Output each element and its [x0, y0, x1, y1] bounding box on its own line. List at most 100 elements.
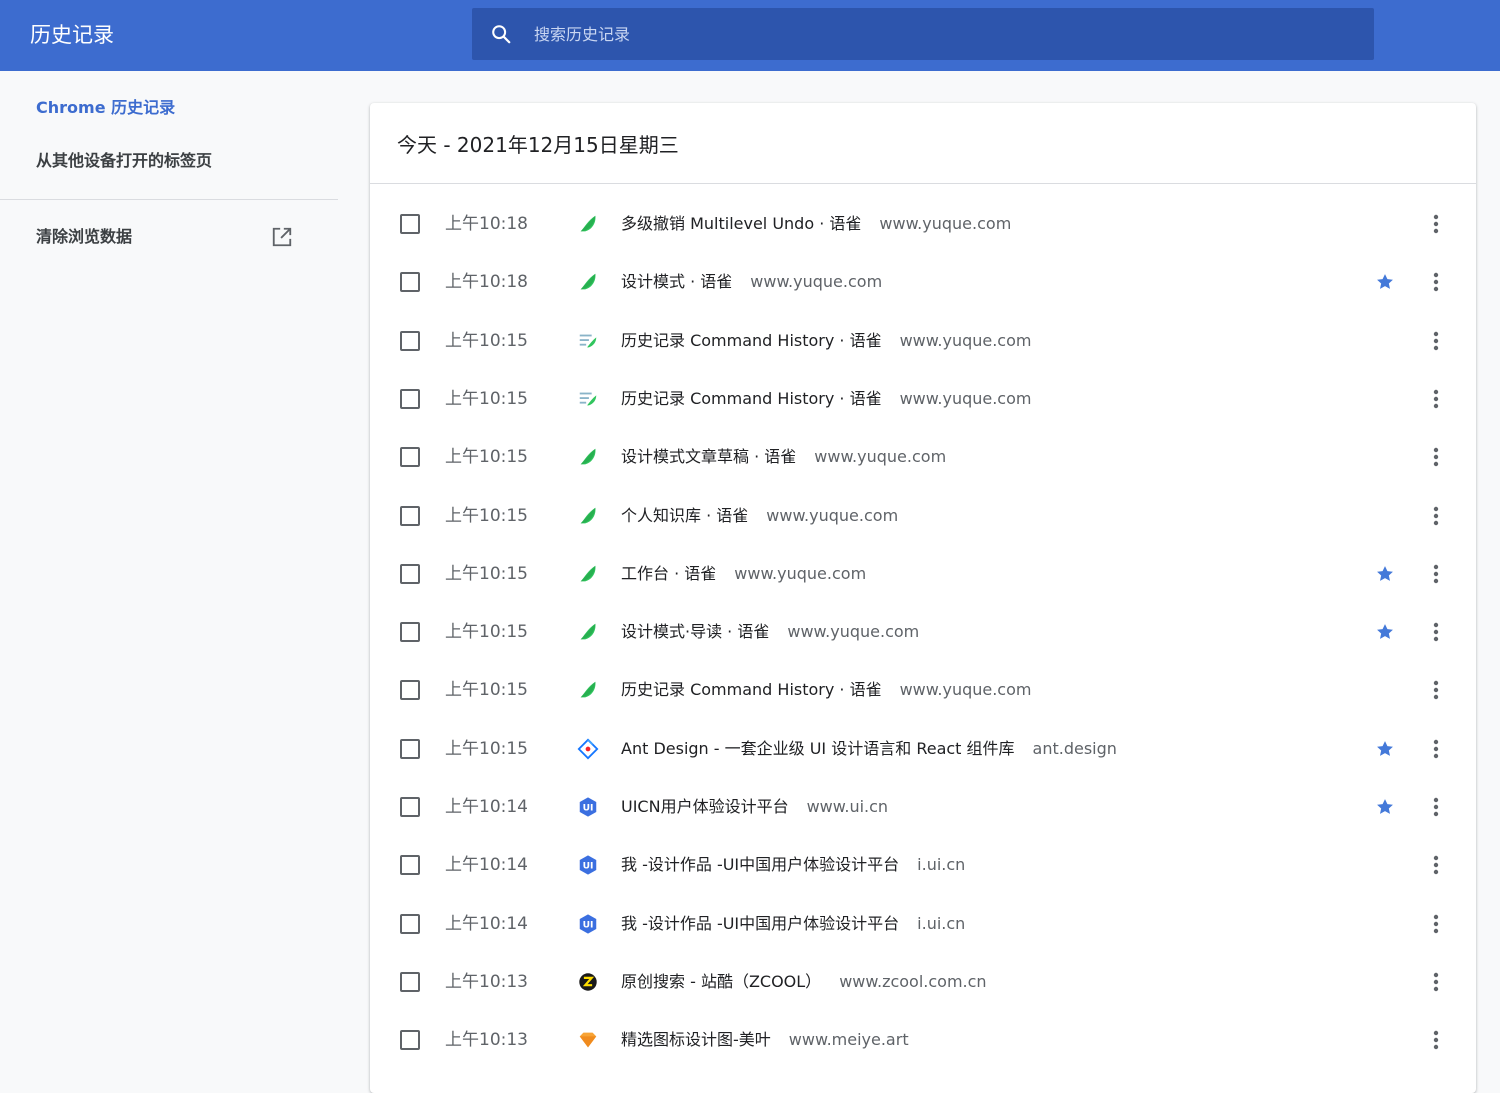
bookmark-star-icon[interactable]: [1375, 739, 1395, 759]
history-row[interactable]: 上午10:15 设计模式文章草稿 · 语雀 www.yuque.com: [370, 428, 1476, 486]
entry-domain: i.ui.cn: [917, 855, 966, 875]
more-actions-icon[interactable]: [1426, 795, 1446, 819]
entry-link[interactable]: 设计模式 · 语雀 www.yuque.com: [621, 271, 882, 293]
more-actions-icon[interactable]: [1426, 212, 1446, 236]
entry-link[interactable]: 历史记录 Command History · 语雀 www.yuque.com: [621, 388, 1031, 410]
row-checkbox[interactable]: [400, 1030, 420, 1051]
yuque-icon: [577, 621, 599, 643]
entry-link[interactable]: 我 -设计作品 -UI中国用户体验设计平台 i.ui.cn: [621, 854, 965, 876]
row-checkbox[interactable]: [400, 563, 420, 584]
entry-title[interactable]: 设计模式·导读 · 语雀: [621, 622, 769, 641]
history-row[interactable]: 上午10:18 多级撤销 Multilevel Undo · 语雀 www.yuqu…: [370, 195, 1476, 253]
entry-title[interactable]: 我 -设计作品 -UI中国用户体验设计平台: [621, 914, 899, 933]
entry-title[interactable]: UICN用户体验设计平台: [621, 797, 789, 816]
search-input[interactable]: [534, 14, 1374, 54]
antd-icon: [577, 738, 599, 760]
uicn-icon: UI: [577, 854, 599, 876]
row-checkbox[interactable]: [400, 330, 420, 351]
entry-link[interactable]: 原创搜索 - 站酷（ZCOOL） www.zcool.com.cn: [621, 971, 987, 993]
more-actions-icon[interactable]: [1426, 1028, 1446, 1052]
visit-time: 上午10:15: [445, 622, 528, 643]
entry-title[interactable]: 历史记录 Command History · 语雀: [621, 331, 882, 350]
row-checkbox[interactable]: [400, 214, 420, 234]
history-row[interactable]: 上午10:14 UI 我 -设计作品 -UI中国用户体验设计平台 i.ui.cn: [370, 836, 1476, 894]
more-actions-icon[interactable]: [1426, 445, 1446, 469]
entry-link[interactable]: 精选图标设计图-美叶 www.meiye.art: [621, 1029, 909, 1051]
bookmark-star-icon[interactable]: [1375, 564, 1395, 584]
row-checkbox[interactable]: [400, 388, 420, 409]
row-checkbox[interactable]: [400, 971, 420, 992]
search-icon[interactable]: [490, 23, 512, 45]
entry-link[interactable]: 工作台 · 语雀 www.yuque.com: [621, 563, 866, 585]
more-actions-icon[interactable]: [1426, 853, 1446, 877]
row-checkbox[interactable]: [400, 855, 420, 876]
row-checkbox[interactable]: [400, 738, 420, 759]
entry-title[interactable]: 历史记录 Command History · 语雀: [621, 389, 882, 408]
entry-title[interactable]: 历史记录 Command History · 语雀: [621, 680, 882, 699]
svg-text:UI: UI: [583, 919, 594, 930]
more-actions-icon[interactable]: [1426, 678, 1446, 702]
entry-domain: www.ui.cn: [806, 797, 889, 816]
history-row[interactable]: 上午10:15 历史记录 Command History · 语雀 www.yuqu…: [370, 661, 1476, 719]
more-actions-icon[interactable]: [1426, 504, 1446, 528]
search-bar[interactable]: [472, 8, 1374, 60]
bookmark-star-icon[interactable]: [1375, 622, 1395, 642]
more-actions-icon[interactable]: [1426, 620, 1446, 644]
row-checkbox[interactable]: [400, 913, 420, 934]
entry-title[interactable]: 我 -设计作品 -UI中国用户体验设计平台: [621, 855, 899, 874]
sidebar-item-chrome-history[interactable]: Chrome 历史记录: [36, 97, 175, 119]
row-checkbox[interactable]: [400, 272, 420, 293]
bookmark-star-icon[interactable]: [1375, 272, 1395, 292]
entry-link[interactable]: 个人知识库 · 语雀 www.yuque.com: [621, 505, 898, 527]
history-row[interactable]: 上午10:15 历史记录 Command History · 语雀 www.yuqu…: [370, 312, 1476, 370]
history-row[interactable]: 上午10:14 UI 我 -设计作品 -UI中国用户体验设计平台 i.ui.cn: [370, 895, 1476, 953]
entry-link[interactable]: 历史记录 Command History · 语雀 www.yuque.com: [621, 330, 1031, 352]
more-actions-icon[interactable]: [1426, 387, 1446, 411]
history-row[interactable]: 上午10:13 原创搜索 - 站酷（ZCOOL） www.zcool.com.cn: [370, 953, 1476, 1011]
entry-title[interactable]: 原创搜索 - 站酷（ZCOOL）: [621, 972, 821, 991]
entry-link[interactable]: 多级撤销 Multilevel Undo · 语雀 www.yuque.com: [621, 213, 1011, 235]
entry-title[interactable]: 精选图标设计图-美叶: [621, 1030, 771, 1049]
entry-link[interactable]: Ant Design - 一套企业级 UI 设计语言和 React 组件库 ant…: [621, 738, 1117, 760]
entry-link[interactable]: 设计模式·导读 · 语雀 www.yuque.com: [621, 621, 919, 643]
more-actions-icon[interactable]: [1426, 737, 1446, 761]
history-row[interactable]: 上午10:15 工作台 · 语雀 www.yuque.com: [370, 545, 1476, 603]
top-app-bar: 历史记录: [0, 0, 1500, 71]
more-actions-icon[interactable]: [1426, 270, 1446, 294]
more-actions-icon[interactable]: [1426, 970, 1446, 994]
yuque-icon: [577, 563, 599, 585]
row-checkbox[interactable]: [400, 680, 420, 701]
entry-title[interactable]: 个人知识库 · 语雀: [621, 506, 748, 525]
entry-domain: www.yuque.com: [814, 447, 947, 467]
entry-link[interactable]: 设计模式文章草稿 · 语雀 www.yuque.com: [621, 446, 946, 468]
row-checkbox[interactable]: [400, 797, 420, 817]
entry-title[interactable]: 设计模式 · 语雀: [621, 272, 732, 291]
row-checkbox[interactable]: [400, 447, 420, 468]
yuque-doc-icon: [577, 330, 599, 352]
entry-link[interactable]: 我 -设计作品 -UI中国用户体验设计平台 i.ui.cn: [621, 913, 965, 935]
entry-title[interactable]: 设计模式文章草稿 · 语雀: [621, 447, 796, 466]
row-checkbox[interactable]: [400, 622, 420, 643]
more-actions-icon[interactable]: [1426, 912, 1446, 936]
bookmark-star-icon[interactable]: [1375, 797, 1395, 817]
sidebar-item-clear-browsing-data[interactable]: 清除浏览数据: [36, 226, 132, 248]
entry-link[interactable]: 历史记录 Command History · 语雀 www.yuque.com: [621, 679, 1031, 701]
entry-title[interactable]: Ant Design - 一套企业级 UI 设计语言和 React 组件库: [621, 739, 1015, 758]
history-row[interactable]: 上午10:14 UI UICN用户体验设计平台 www.ui.cn: [370, 778, 1476, 836]
history-row[interactable]: 上午10:15 历史记录 Command History · 语雀 www.yuqu…: [370, 370, 1476, 428]
more-actions-icon[interactable]: [1426, 562, 1446, 586]
history-row[interactable]: 上午10:18 设计模式 · 语雀 www.yuque.com: [370, 253, 1476, 311]
entry-domain: www.yuque.com: [879, 214, 1012, 233]
more-actions-icon[interactable]: [1426, 329, 1446, 353]
history-row[interactable]: 上午10:15 设计模式·导读 · 语雀 www.yuque.com: [370, 603, 1476, 661]
history-row[interactable]: 上午10:15 Ant Design - 一套企业级 UI 设计语言和 React…: [370, 720, 1476, 778]
sidebar-item-other-devices[interactable]: 从其他设备打开的标签页: [36, 150, 212, 172]
history-row[interactable]: 上午10:13 精选图标设计图-美叶 www.meiye.art: [370, 1011, 1476, 1069]
open-in-new-icon[interactable]: [271, 226, 293, 248]
entry-title[interactable]: 工作台 · 语雀: [621, 564, 716, 583]
history-row[interactable]: 上午10:15 个人知识库 · 语雀 www.yuque.com: [370, 487, 1476, 545]
uicn-icon: UI: [577, 913, 599, 935]
row-checkbox[interactable]: [400, 505, 420, 526]
entry-title[interactable]: 多级撤销 Multilevel Undo · 语雀: [621, 214, 861, 233]
entry-link[interactable]: UICN用户体验设计平台 www.ui.cn: [621, 796, 888, 818]
